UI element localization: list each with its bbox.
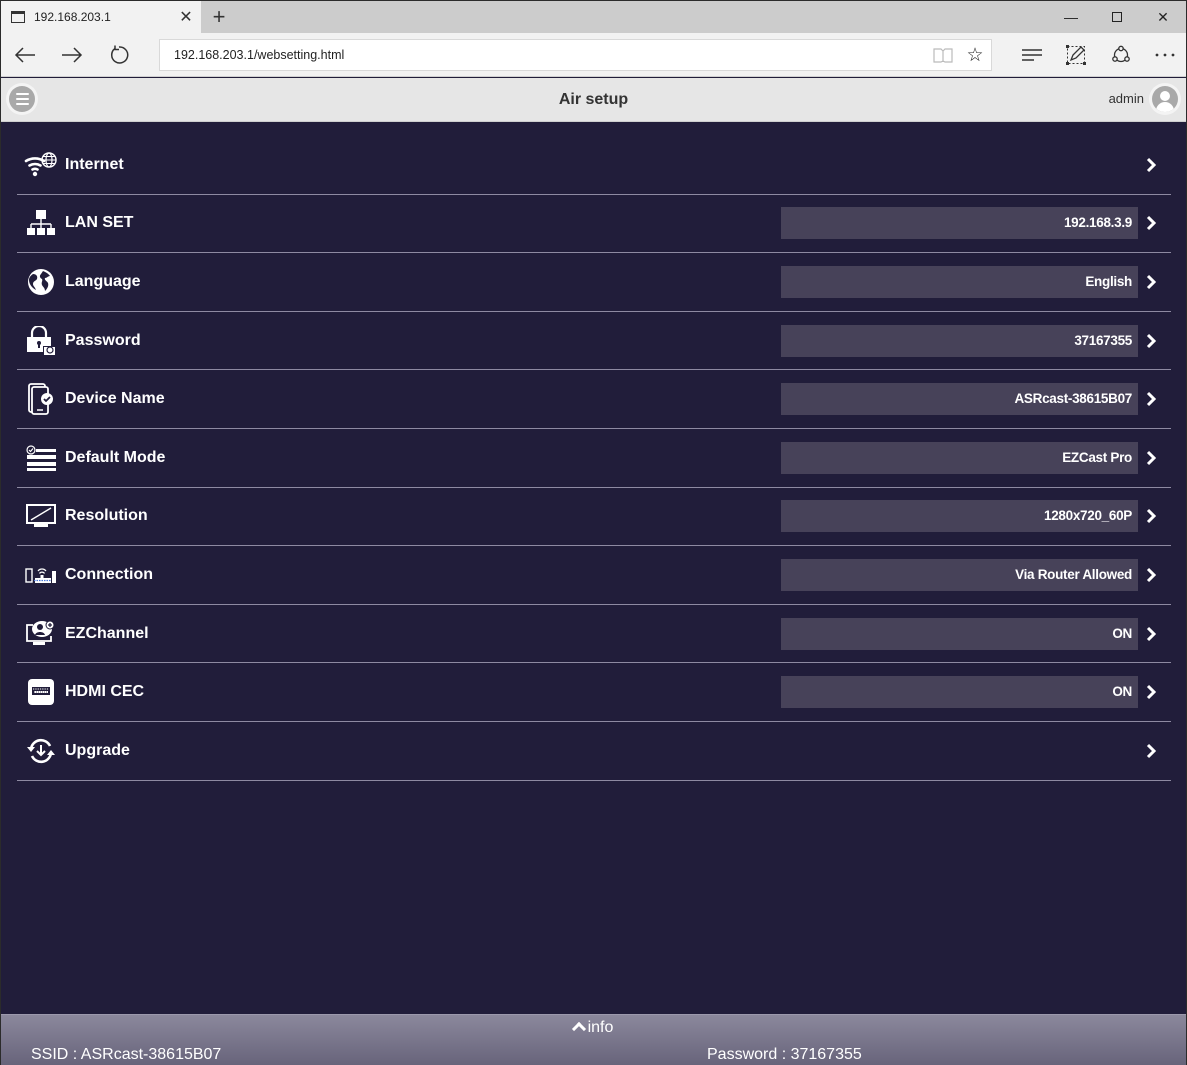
settings-row-resolution[interactable]: Resolution 1280x720_60P <box>17 488 1171 547</box>
globe-icon <box>17 266 65 298</box>
url-text: 192.168.203.1/websetting.html <box>174 48 345 62</box>
chevron-right-icon[interactable] <box>1143 618 1159 650</box>
chevron-right-icon[interactable] <box>1143 500 1159 532</box>
chevron-right-icon[interactable] <box>1143 735 1159 767</box>
password-text: Password : 37167355 <box>707 1046 862 1063</box>
device-check-icon <box>17 383 65 416</box>
settings-label: Password <box>65 331 141 349</box>
network-icon <box>17 207 65 239</box>
router-connection-icon <box>17 559 65 591</box>
tab-strip: 192.168.203.1 ✕ + — ✕ <box>1 1 1186 33</box>
settings-row-upgrade[interactable]: Upgrade <box>17 722 1171 781</box>
settings-value[interactable]: 192.168.3.9 <box>781 207 1138 240</box>
page-title: Air setup <box>558 91 629 108</box>
settings-label: Internet <box>65 155 124 173</box>
favorite-star-icon[interactable]: ☆ <box>959 44 991 67</box>
settings-row-default-mode[interactable]: Default Mode EZCast Pro <box>17 429 1171 488</box>
settings-label: Language <box>65 272 141 290</box>
chevron-right-icon[interactable] <box>1143 442 1159 474</box>
share-icon[interactable] <box>1105 39 1137 71</box>
info-toggle-button[interactable]: info <box>1 1019 1186 1037</box>
chevron-right-icon[interactable] <box>1143 325 1159 357</box>
page-icon <box>11 11 25 23</box>
web-note-icon[interactable] <box>1060 39 1092 71</box>
close-window-icon[interactable]: ✕ <box>1140 1 1186 33</box>
plus-icon[interactable]: + <box>204 1 234 33</box>
close-tab-icon[interactable]: ✕ <box>171 1 201 33</box>
settings-value[interactable]: 37167355 <box>781 324 1138 357</box>
chevron-up-icon <box>571 1021 586 1037</box>
settings-list: Internet LAN SET 192.168.3.9 Language En… <box>17 136 1171 781</box>
forward-icon[interactable] <box>56 39 88 71</box>
settings-value[interactable]: ON <box>781 617 1138 650</box>
browser-tab[interactable]: 192.168.203.1 ✕ <box>1 1 201 33</box>
settings-label: Device Name <box>65 390 165 408</box>
address-bar[interactable]: 192.168.203.1/websetting.html ☆ <box>159 39 992 71</box>
settings-value[interactable]: EZCast Pro <box>781 441 1138 474</box>
settings-row-password[interactable]: Password 37167355 <box>17 312 1171 371</box>
settings-label: Resolution <box>65 507 148 525</box>
info-toggle-label: info <box>587 1019 614 1036</box>
chevron-right-icon[interactable] <box>1143 383 1159 415</box>
user-name: admin <box>1108 91 1144 106</box>
settings-label: EZChannel <box>65 624 149 642</box>
minimize-icon[interactable]: — <box>1048 1 1094 33</box>
list-check-icon <box>17 442 65 474</box>
tab-title: 192.168.203.1 <box>34 10 111 24</box>
chevron-right-icon[interactable] <box>1143 207 1159 239</box>
monitor-icon <box>17 500 65 532</box>
settings-label: Upgrade <box>65 741 130 759</box>
upgrade-icon <box>17 735 65 767</box>
settings-value[interactable]: Via Router Allowed <box>781 558 1138 591</box>
settings-label: HDMI CEC <box>65 683 145 701</box>
settings-value[interactable]: ASRcast-38615B07 <box>781 383 1138 416</box>
hdmi-icon <box>17 676 65 708</box>
app-header: Air setup admin <box>1 78 1186 122</box>
ezchannel-icon <box>17 618 65 650</box>
lock-icon <box>17 325 65 357</box>
settings-row-connection[interactable]: Connection Via Router Allowed <box>17 546 1171 605</box>
maximize-icon[interactable] <box>1094 1 1140 33</box>
refresh-icon[interactable] <box>103 39 135 71</box>
ssid-text: SSID : ASRcast-38615B07 <box>31 1046 222 1063</box>
avatar-icon[interactable] <box>1152 86 1178 112</box>
settings-row-ezchannel[interactable]: EZChannel ON <box>17 605 1171 664</box>
chevron-right-icon[interactable] <box>1143 676 1159 708</box>
settings-row-hdmi-cec[interactable]: HDMI CEC ON <box>17 663 1171 722</box>
browser-window: 192.168.203.1 ✕ + — ✕ 192.168.203.1/webs… <box>0 0 1187 1065</box>
settings-value[interactable]: English <box>781 265 1138 298</box>
chevron-right-icon[interactable] <box>1143 559 1159 591</box>
chevron-right-icon[interactable] <box>1143 266 1159 298</box>
back-icon[interactable] <box>9 39 41 71</box>
settings-label: LAN SET <box>65 214 134 232</box>
settings-label: Connection <box>65 565 153 583</box>
navigation-bar: 192.168.203.1/websetting.html ☆ <box>1 33 1186 77</box>
wifi-globe-icon <box>17 149 65 181</box>
settings-value[interactable]: 1280x720_60P <box>781 500 1138 533</box>
settings-row-language[interactable]: Language English <box>17 253 1171 312</box>
hub-icon[interactable] <box>1016 39 1048 71</box>
settings-label: Default Mode <box>65 448 166 466</box>
reading-view-icon[interactable] <box>927 47 959 63</box>
settings-row-lan-set[interactable]: LAN SET 192.168.3.9 <box>17 195 1171 254</box>
window-controls: — ✕ <box>1048 1 1186 33</box>
settings-row-internet[interactable]: Internet <box>17 136 1171 195</box>
info-panel: info SSID : ASRcast-38615B07 Password : … <box>1 1014 1186 1065</box>
chevron-right-icon[interactable] <box>1143 149 1159 181</box>
settings-row-device-name[interactable]: Device Name ASRcast-38615B07 <box>17 370 1171 429</box>
more-icon[interactable] <box>1149 39 1181 71</box>
settings-value[interactable]: ON <box>781 676 1138 709</box>
